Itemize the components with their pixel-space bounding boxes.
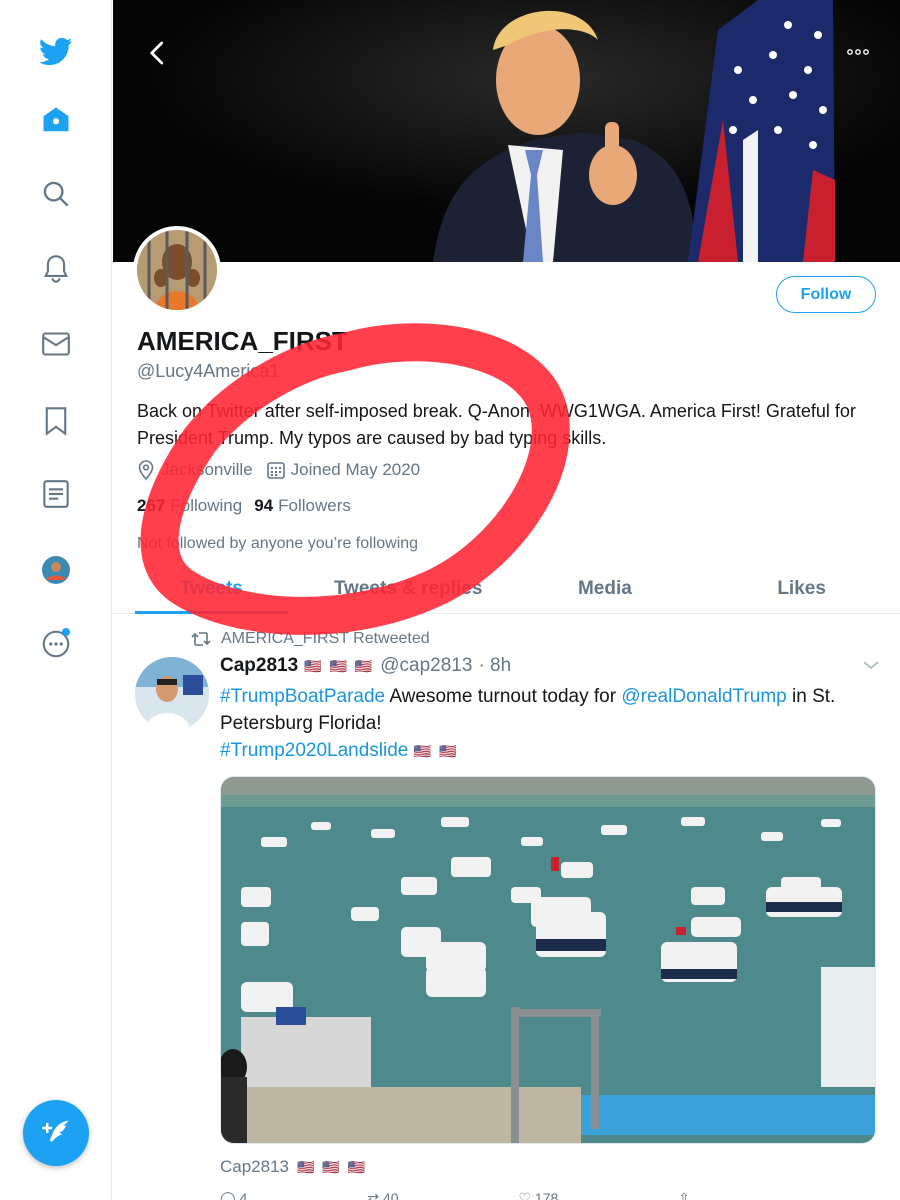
tweet-time[interactable]: · 8h xyxy=(478,655,511,677)
reply-action[interactable]: ◯ 4 xyxy=(220,1190,247,1200)
author-flags: 🇺🇸 🇺🇸 🇺🇸 xyxy=(304,657,375,674)
tweet-actions: ◯ 4 ⇄ 40 ♡ 178 ⇧ xyxy=(220,1190,690,1200)
retweet-indicator: AMERICA_FIRST Retweeted xyxy=(191,630,430,648)
retweet-icon xyxy=(191,632,211,646)
profile-counts: 267 Following 94 Followers xyxy=(137,496,351,516)
avatar-image xyxy=(137,230,217,310)
notification-dot xyxy=(62,628,70,636)
location-text: Jacksonville xyxy=(161,460,253,479)
retweet-action[interactable]: ⇄ 40 xyxy=(367,1190,398,1200)
profile-banner[interactable] xyxy=(113,0,900,262)
list-icon[interactable] xyxy=(36,474,76,514)
media-caption: Cap2813 🇺🇸 🇺🇸 🇺🇸 xyxy=(220,1157,367,1177)
tab-media[interactable]: Media xyxy=(507,564,704,613)
tweet-author-handle[interactable]: @cap2813 xyxy=(380,655,472,677)
joined-text: Joined May 2020 xyxy=(290,460,421,479)
followers-label: Followers xyxy=(278,496,351,515)
not-followed-notice: Not followed by anyone you’re following xyxy=(137,535,419,552)
retweet-icon: ⇄ xyxy=(367,1190,380,1200)
profile-joined: Joined May 2020 xyxy=(266,460,421,480)
compose-tweet-button[interactable] xyxy=(23,1100,89,1166)
followers-link[interactable]: 94 Followers xyxy=(254,496,351,516)
caption-flags: 🇺🇸 🇺🇸 🇺🇸 xyxy=(297,1158,368,1175)
bell-icon[interactable] xyxy=(36,249,76,289)
retweet-count: 40 xyxy=(382,1190,399,1200)
profile-avatar-icon[interactable] xyxy=(36,550,76,590)
profile-bio: Back on Twitter after self-imposed break… xyxy=(137,401,856,448)
author-avatar-image xyxy=(135,657,209,731)
like-count: 178 xyxy=(534,1190,559,1200)
share-icon: ⇧ xyxy=(678,1190,690,1200)
tab-tweets[interactable]: Tweets xyxy=(113,564,310,614)
mail-icon[interactable] xyxy=(36,324,76,364)
reply-count: 4 xyxy=(239,1190,248,1200)
tweet-text-1: Awesome turnout today for xyxy=(385,686,622,707)
hashtag-link-2[interactable]: #Trump2020Landslide xyxy=(220,740,408,761)
share-action[interactable]: ⇧ xyxy=(678,1190,690,1200)
followers-count: 94 xyxy=(254,496,274,515)
body-flags: 🇺🇸 🇺🇸 xyxy=(413,743,459,759)
tweet-body: #TrumpBoatParade Awesome turnout today f… xyxy=(220,683,880,765)
profile-location: Jacksonville xyxy=(137,460,253,480)
compose-icon xyxy=(42,1120,69,1142)
profile-tabs: Tweets Tweets & replies Media Likes xyxy=(113,564,900,614)
more-dots-icon[interactable] xyxy=(844,40,872,64)
mention-link[interactable]: @realDonaldTrump xyxy=(621,686,786,707)
tab-tweets-replies[interactable]: Tweets & replies xyxy=(310,564,507,613)
like-action[interactable]: ♡ 178 xyxy=(518,1190,558,1200)
following-link[interactable]: 267 Following xyxy=(137,496,242,516)
tweet-author-name[interactable]: Cap2813 xyxy=(220,655,298,677)
follow-button[interactable]: Follow xyxy=(776,276,876,313)
reply-icon: ◯ xyxy=(220,1190,236,1200)
profile-meta: Jacksonville Joined May 2020 xyxy=(137,460,420,480)
tweet-media-photo[interactable] xyxy=(220,776,876,1144)
following-label: Following xyxy=(170,496,243,515)
bookmark-icon[interactable] xyxy=(36,401,76,441)
boat-parade-photo xyxy=(221,777,875,1143)
twitter-bird-icon[interactable] xyxy=(36,32,76,72)
retweet-label: AMERICA_FIRST Retweeted xyxy=(221,630,430,647)
chevron-down-icon[interactable] xyxy=(862,658,880,676)
profile-avatar[interactable] xyxy=(133,226,221,314)
main-column: Follow AMERICA_FIRST @Lucy4America1 Back… xyxy=(113,0,900,1200)
tweet-header: Cap2813 🇺🇸 🇺🇸 🇺🇸 @cap2813 · 8h xyxy=(220,655,511,677)
tweet-author-avatar[interactable] xyxy=(135,657,209,731)
following-count: 267 xyxy=(137,496,166,515)
hashtag-link[interactable]: #TrumpBoatParade xyxy=(220,686,385,707)
calendar-icon xyxy=(266,462,285,479)
left-nav-rail xyxy=(0,0,112,1200)
banner-photo xyxy=(113,0,900,262)
home-icon[interactable] xyxy=(36,100,76,140)
tab-likes[interactable]: Likes xyxy=(703,564,900,613)
caption-author[interactable]: Cap2813 xyxy=(220,1157,289,1177)
search-icon[interactable] xyxy=(36,174,76,214)
like-icon: ♡ xyxy=(518,1190,532,1200)
back-arrow-icon[interactable] xyxy=(143,38,173,68)
profile-display-name: AMERICA_FIRST xyxy=(137,326,348,356)
more-circle-icon[interactable] xyxy=(36,624,76,664)
location-icon xyxy=(138,460,154,480)
profile-handle: @Lucy4America1 xyxy=(137,361,280,381)
